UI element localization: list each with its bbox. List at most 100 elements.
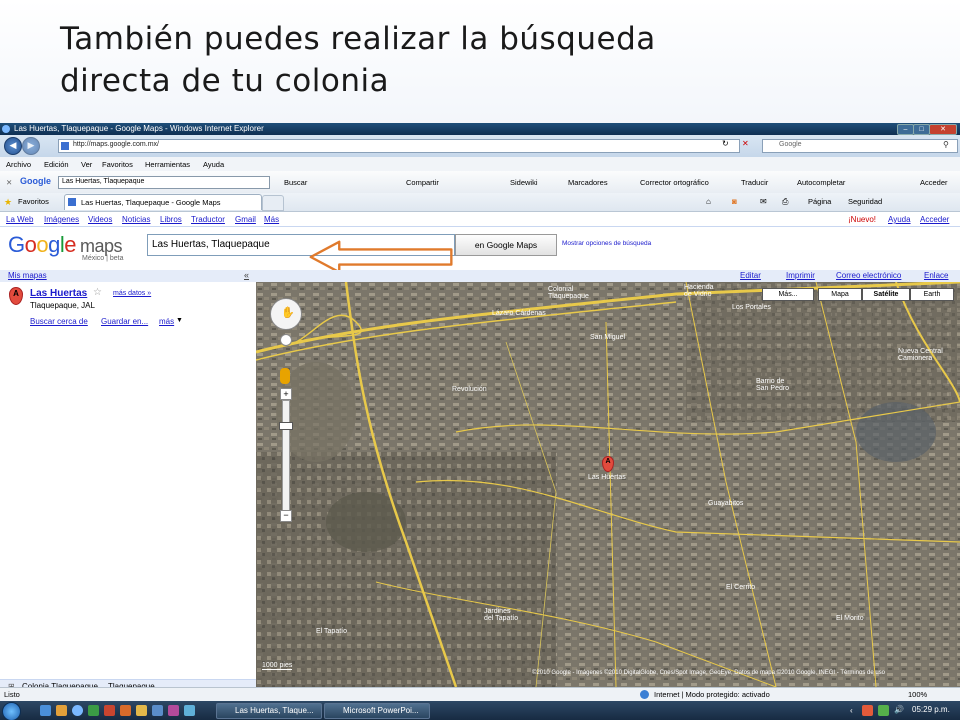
refresh-icon[interactable]: ↻ [722, 139, 729, 148]
toolbar-close-icon[interactable]: ✕ [6, 178, 12, 187]
link-la-web[interactable]: La Web [6, 215, 33, 224]
menu-archivo[interactable]: Archivo [6, 160, 31, 169]
back-button[interactable]: ◀ [4, 137, 22, 155]
feeds-icon[interactable]: ◙ [732, 197, 737, 206]
seguridad-menu[interactable]: Seguridad [848, 197, 882, 206]
map-editar-link[interactable]: Editar [740, 271, 761, 280]
mis-mapas-bar: Mis mapas « [0, 270, 256, 282]
menu-herramientas[interactable]: Herramientas [145, 160, 190, 169]
print-icon[interactable]: ⎙ [782, 197, 788, 207]
toolbar-corrector-button[interactable]: Corrector ortográfico [640, 178, 709, 187]
map-type-mas[interactable]: Más... [762, 288, 814, 301]
mas-link[interactable]: más [159, 317, 174, 326]
buscar-cerca-link[interactable]: Buscar cerca de [30, 317, 88, 326]
zoom-slider-handle[interactable] [279, 422, 293, 430]
mail-icon[interactable]: ✉ [760, 197, 767, 206]
link-gmail[interactable]: Gmail [235, 215, 256, 224]
maps-search-button[interactable]: en Google Maps [455, 234, 557, 256]
zoom-in-button[interactable]: + [280, 388, 292, 400]
app-icon[interactable] [168, 705, 179, 716]
menu-ver[interactable]: Ver [81, 160, 92, 169]
toolbar-acceder-button[interactable]: Acceder [920, 178, 948, 187]
guardar-link[interactable]: Guardar en... [101, 317, 148, 326]
satellite-map[interactable]: Colonial Tlaquepaque Lázaro Cárdenas Hac… [256, 282, 960, 687]
status-zoom[interactable]: 100% [908, 690, 927, 699]
street-view-icon[interactable] [280, 368, 290, 384]
map-type-earth[interactable]: Earth [910, 288, 954, 301]
mas-datos-link[interactable]: más datos » [113, 290, 151, 297]
link-acceder[interactable]: Acceder [920, 215, 949, 224]
link-traductor[interactable]: Traductor [191, 215, 225, 224]
zoom-out-button[interactable]: − [280, 510, 292, 522]
link-mas[interactable]: Más [264, 215, 279, 224]
logo-subtitle: México | beta [82, 255, 124, 262]
forward-button[interactable]: ▶ [22, 137, 40, 155]
link-nuevo[interactable]: ¡Nuevo! [848, 215, 876, 224]
star-icon[interactable]: ☆ [93, 287, 102, 298]
start-button[interactable] [2, 702, 21, 720]
app-icon[interactable] [184, 705, 195, 716]
result-title-link[interactable]: Las Huertas [30, 288, 87, 299]
map-type-satelite[interactable]: Satélite [862, 288, 910, 301]
taskbar: Las Huertas, Tlaque... Microsoft PowerPo… [0, 701, 960, 720]
map-type-mapa[interactable]: Mapa [818, 288, 862, 301]
app-icon[interactable] [104, 705, 115, 716]
menu-favoritos[interactable]: Favoritos [102, 160, 133, 169]
link-noticias[interactable]: Noticias [122, 215, 150, 224]
media-icon[interactable] [56, 705, 67, 716]
map-enlace-link[interactable]: Enlace [924, 271, 948, 280]
toolbar-autocompletar-button[interactable]: Autocompletar [797, 178, 845, 187]
reset-view-button[interactable] [280, 334, 292, 346]
favorites-star-icon: ★ [4, 197, 13, 207]
map-correo-link[interactable]: Correo electrónico [836, 271, 901, 280]
pan-control[interactable]: ✋ [270, 298, 302, 330]
mis-mapas-link[interactable]: Mis mapas [8, 271, 47, 280]
app-icon[interactable] [152, 705, 163, 716]
collapse-panel-icon[interactable]: « [244, 270, 249, 280]
tray-chevron-icon[interactable]: ‹ [850, 706, 853, 715]
taskbar-item-ie[interactable]: Las Huertas, Tlaque... [216, 703, 322, 719]
search-icon[interactable]: ⚲ [943, 140, 949, 149]
show-desktop-icon[interactable] [40, 705, 51, 716]
app-icon[interactable] [120, 705, 131, 716]
map-imprimir-link[interactable]: Imprimir [786, 271, 815, 280]
pagina-menu[interactable]: Página [808, 197, 831, 206]
tray-icon[interactable] [878, 705, 889, 716]
toolbar-search-input[interactable]: Las Huertas, Tlaquepaque [58, 176, 270, 189]
minimize-button[interactable]: – [897, 124, 914, 135]
taskbar-item-powerpoint[interactable]: Microsoft PowerPoi... [324, 703, 430, 719]
chevron-down-icon[interactable]: ▼ [176, 317, 183, 324]
browser-search-box[interactable]: Google ⚲ [762, 139, 958, 153]
new-tab-button[interactable] [262, 195, 284, 211]
toolbar-traducir-button[interactable]: Traducir [741, 178, 768, 187]
link-videos[interactable]: Videos [88, 215, 112, 224]
link-libros[interactable]: Libros [160, 215, 182, 224]
favorites-button[interactable]: Favoritos [18, 197, 49, 206]
app-icon[interactable] [88, 705, 99, 716]
map-label-tapatio: El Tapatío [316, 628, 348, 635]
home-icon[interactable]: ⌂ [706, 197, 711, 206]
volume-icon[interactable]: 🔊 [894, 705, 904, 714]
toolbar-compartir-button[interactable]: Compartir [406, 178, 439, 187]
toolbar-marcadores-button[interactable]: Marcadores [568, 178, 608, 187]
ie-quicklaunch-icon[interactable] [72, 705, 83, 716]
close-window-button[interactable]: ✕ [929, 124, 957, 135]
search-options-link[interactable]: Mostrar opciones de búsqueda [562, 240, 651, 247]
results-panel: Mis mapas « A Las Huertas ☆ más datos » … [0, 270, 256, 694]
maximize-button[interactable]: □ [913, 124, 930, 135]
status-zone: Internet | Modo protegido: activado [654, 690, 770, 699]
toolbar-sidewiki-button[interactable]: Sidewiki [510, 178, 538, 187]
slide-title: También puedes realizar la búsqueda dire… [60, 21, 656, 99]
tray-icon[interactable] [862, 705, 873, 716]
toolbar-buscar-button[interactable]: Buscar [284, 178, 307, 187]
address-bar[interactable]: http://maps.google.com.mx/ [58, 139, 740, 153]
zoom-slider[interactable] [282, 400, 290, 512]
menu-ayuda[interactable]: Ayuda [203, 160, 224, 169]
link-imagenes[interactable]: Imágenes [44, 215, 79, 224]
result-marker-icon[interactable]: A [9, 287, 23, 305]
folder-icon[interactable] [136, 705, 147, 716]
menu-edicion[interactable]: Edición [44, 160, 69, 169]
stop-icon[interactable]: ✕ [742, 139, 749, 148]
browser-tab[interactable]: Las Huertas, Tlaquepaque - Google Maps [64, 194, 262, 210]
link-ayuda[interactable]: Ayuda [888, 215, 911, 224]
